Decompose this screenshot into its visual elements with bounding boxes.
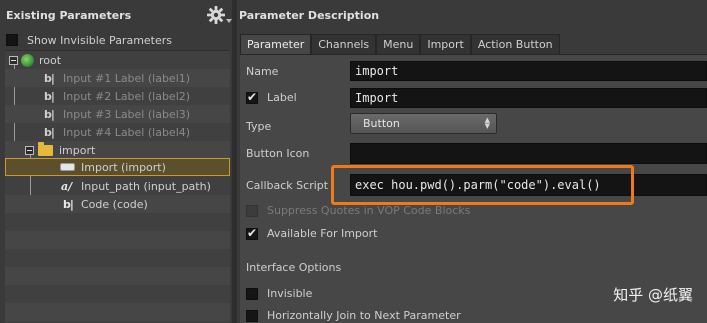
tree-row-empty: [5, 231, 230, 249]
tree-folder-label: import: [59, 143, 96, 157]
name-label: Name: [246, 65, 279, 78]
gear-icon[interactable]: [206, 5, 226, 25]
tree-row-label3[interactable]: b| Input #3 Label (label3): [5, 105, 230, 123]
tree-row-code[interactable]: b| Code (code): [5, 195, 230, 213]
tree-item-label: Import (import): [81, 160, 166, 174]
label-toggle[interactable]: Label: [246, 90, 297, 104]
collapse-root-icon[interactable]: [9, 55, 18, 65]
tree-row-empty: [5, 285, 230, 303]
globe-icon: [21, 53, 34, 67]
parameter-description-panel: Parameter Description Parameter Channels…: [237, 0, 707, 323]
tab-import[interactable]: Import: [420, 34, 471, 54]
label-label: Label: [267, 91, 297, 104]
button-icon-label: Button Icon: [246, 147, 310, 160]
updown-arrows-icon: ▲ ▼: [484, 116, 490, 130]
folder-icon: [38, 141, 53, 156]
show-invisible-checkbox[interactable]: [6, 34, 18, 46]
tree-row-import-folder[interactable]: import: [5, 141, 230, 159]
tree-row-root[interactable]: root: [5, 51, 230, 69]
tree-row-label1[interactable]: b| Input #1 Label (label1): [5, 69, 230, 87]
watermark-text: 知乎 @纸翼: [613, 286, 693, 304]
invisible-label: Invisible: [267, 287, 313, 300]
suppress-quotes-toggle[interactable]: Suppress Quotes in VOP Code Blocks: [246, 204, 470, 217]
available-for-import-checkbox[interactable]: [246, 226, 258, 240]
suppress-quotes-checkbox[interactable]: [246, 204, 258, 217]
parameter-description-title: Parameter Description: [239, 9, 380, 22]
name-field[interactable]: import: [350, 61, 707, 81]
join-next-checkbox[interactable]: [246, 309, 258, 322]
tree-row-label4[interactable]: b| Input #4 Label (label4): [5, 123, 230, 141]
label-checkbox[interactable]: [246, 90, 258, 104]
parameter-tabs: Parameter Channels Menu Import Action Bu…: [240, 34, 560, 54]
type-label: Type: [246, 120, 272, 133]
type-dropdown-value: Button: [363, 117, 400, 130]
tab-menu[interactable]: Menu: [376, 34, 421, 54]
tree-row-label2[interactable]: b| Input #2 Label (label2): [5, 87, 230, 105]
tree-row-empty: [5, 303, 230, 321]
button-icon-field[interactable]: [350, 143, 707, 164]
type-dropdown[interactable]: Button ▲ ▼: [350, 113, 497, 134]
available-for-import-toggle[interactable]: Available For Import: [246, 226, 378, 240]
tab-channels[interactable]: Channels: [311, 34, 377, 54]
tab-action-button[interactable]: Action Button: [470, 34, 560, 54]
join-next-label: Horizontally Join to Next Parameter: [267, 309, 461, 322]
existing-parameters-title: Existing Parameters: [6, 9, 132, 22]
existing-parameters-panel: Existing Parameters Show Invisible Param…: [0, 0, 232, 323]
tree-row-input-path[interactable]: a/ Input_path (input_path): [5, 177, 230, 195]
invisible-checkbox[interactable]: [246, 287, 258, 300]
tree-root-label: root: [39, 53, 62, 67]
tree-item-label: Input #2 Label (label2): [63, 89, 191, 103]
invisible-toggle[interactable]: Invisible: [246, 287, 312, 300]
available-for-import-label: Available For Import: [267, 227, 378, 240]
button-parm-icon: [60, 163, 75, 171]
tree-row-import-button-selected[interactable]: Import (import): [5, 158, 230, 176]
show-invisible-parameters-toggle[interactable]: Show Invisible Parameters: [6, 32, 172, 48]
label-parm-icon: b|: [63, 197, 74, 211]
tree-item-label: Input #4 Label (label4): [63, 125, 191, 139]
callback-highlight-annotation: [331, 165, 634, 205]
label-parm-icon: b|: [44, 71, 55, 85]
tree-item-label: Input #1 Label (label1): [63, 71, 191, 85]
tree-item-label: Input #3 Label (label3): [63, 107, 191, 121]
parameter-tree: root b| Input #1 Label (label1) b| Input…: [5, 50, 230, 323]
join-next-toggle[interactable]: Horizontally Join to Next Parameter: [246, 309, 461, 322]
tree-row-empty: [5, 267, 230, 285]
label-parm-icon: b|: [44, 107, 55, 121]
interface-options-label: Interface Options: [246, 261, 342, 274]
label-field[interactable]: Import: [350, 88, 707, 108]
tree-item-label: Code (code): [81, 197, 148, 211]
suppress-quotes-label: Suppress Quotes in VOP Code Blocks: [267, 204, 471, 217]
tree-row-empty: [5, 249, 230, 267]
callback-script-label: Callback Script: [246, 179, 329, 192]
collapse-import-icon[interactable]: [25, 145, 34, 155]
tree-item-label: Input_path (input_path): [81, 179, 211, 193]
tab-parameter[interactable]: Parameter: [240, 34, 312, 54]
tree-row-empty: [5, 213, 230, 231]
show-invisible-label: Show Invisible Parameters: [27, 33, 173, 47]
label-parm-icon: b|: [44, 125, 55, 139]
parameter-tab-body: Name import Label Import Type Button ▲▼ …: [240, 54, 707, 323]
label-parm-icon: b|: [44, 89, 55, 103]
string-parm-icon: a/: [61, 179, 73, 193]
